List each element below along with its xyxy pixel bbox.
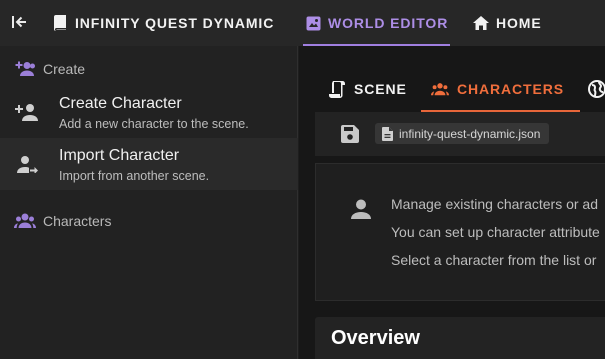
section-create: Create	[0, 57, 298, 81]
file-name: infinity-quest-dynamic.json	[399, 126, 541, 141]
tab-world[interactable]	[588, 68, 605, 110]
item-subtitle: Add a new character to the scene.	[59, 117, 249, 131]
section-label: Characters	[43, 213, 112, 229]
item-title: Create Character	[59, 95, 182, 112]
collapse-left-icon[interactable]	[8, 11, 30, 33]
file-name-chip[interactable]: infinity-quest-dynamic.json	[375, 123, 550, 144]
tab-world-editor[interactable]: WORLD EDITOR	[302, 0, 451, 46]
tab-label: WORLD EDITOR	[328, 15, 449, 31]
tab-label: CHARACTERS	[457, 81, 564, 97]
tab-infinity-quest-dynamic[interactable]: INFINITY QUEST DYNAMIC	[52, 0, 274, 46]
info-text-line: You can set up character attribute	[391, 224, 600, 240]
create-character-item[interactable]: Create Character Add a new character to …	[0, 86, 298, 138]
item-title: Import Character	[59, 147, 180, 164]
info-text-line: Select a character from the list or	[391, 252, 597, 268]
group-add-icon	[14, 60, 36, 78]
world-map-icon	[305, 15, 321, 31]
section-label: Create	[43, 61, 86, 77]
scroll-icon	[328, 80, 346, 98]
app-bar: INFINITY QUEST DYNAMIC WORLD EDITOR HOME	[0, 0, 605, 46]
tab-scene[interactable]: SCENE	[328, 68, 407, 110]
info-card: Manage existing characters or ad You can…	[315, 163, 605, 301]
tab-characters[interactable]: CHARACTERS	[421, 68, 580, 112]
person-icon	[350, 198, 372, 220]
home-icon	[473, 15, 489, 31]
section-characters[interactable]: Characters	[0, 209, 298, 233]
file-toolbar: infinity-quest-dynamic.json	[315, 112, 605, 156]
save-icon[interactable]	[340, 124, 360, 144]
globe-icon	[588, 80, 605, 98]
person-import-icon	[15, 153, 39, 175]
group-icon	[14, 212, 36, 230]
editor-tabs: SCENE CHARACTERS	[299, 68, 605, 112]
import-character-item[interactable]: Import Character Import from another sce…	[0, 138, 298, 190]
person-add-icon	[15, 101, 39, 123]
navigation-drawer: Create Create Character Add a new charac…	[0, 46, 298, 359]
groups-icon	[431, 80, 449, 98]
tab-label: SCENE	[354, 81, 407, 97]
tab-home[interactable]: HOME	[473, 0, 542, 46]
info-text-line: Manage existing characters or ad	[391, 196, 598, 212]
tab-label: INFINITY QUEST DYNAMIC	[75, 15, 275, 31]
main-panel: SCENE CHARACTERS infinity-quest-dynamic.…	[299, 46, 605, 359]
tab-label: HOME	[496, 15, 542, 31]
overview-card: Overview	[315, 317, 605, 359]
item-subtitle: Import from another scene.	[59, 169, 210, 183]
overview-title: Overview	[331, 327, 420, 349]
book-icon	[52, 15, 68, 31]
file-icon	[381, 126, 393, 141]
